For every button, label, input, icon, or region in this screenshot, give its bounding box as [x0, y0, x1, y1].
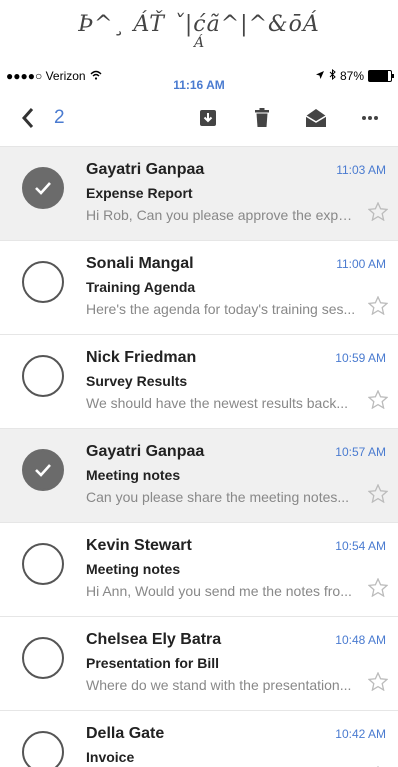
chevron-left-icon: [21, 108, 34, 128]
email-snippet: Can you please share the meeting notes..…: [86, 489, 350, 505]
email-time: 11:03 AM: [336, 163, 386, 177]
email-snippet: We should have the newest results back..…: [86, 395, 348, 411]
email-time: 10:54 AM: [335, 539, 386, 553]
carrier: ●●●●○ Verizon: [6, 69, 102, 83]
star-button[interactable]: [367, 295, 389, 320]
email-subject: Expense Report: [86, 185, 193, 201]
email-subject: Meeting notes: [86, 561, 181, 577]
email-row[interactable]: Nick Friedman Survey Results We should h…: [0, 335, 398, 429]
email-time: 10:57 AM: [335, 445, 386, 459]
caption-line-2: Á: [193, 34, 205, 51]
select-toggle[interactable]: [22, 167, 64, 209]
email-subject: Presentation for Bill: [86, 655, 220, 671]
email-subject: Survey Results: [86, 373, 188, 389]
star-button[interactable]: [367, 201, 389, 226]
location-arrow-icon: [315, 69, 325, 83]
email-snippet: Hi Ann, Would you send me the notes fro.…: [86, 583, 352, 599]
select-toggle[interactable]: [22, 543, 64, 585]
phone-screen: ●●●●○ Verizon 11:16 AM 87% 2 Gayatri Gan…: [0, 62, 398, 767]
bluetooth-icon: [329, 68, 336, 83]
email-time: 10:42 AM: [335, 727, 386, 741]
toolbar-actions: [190, 100, 388, 136]
battery-fill: [369, 71, 389, 81]
more-button[interactable]: [352, 100, 388, 136]
email-content: Gayatri Ganpaa Meeting notes Can you ple…: [86, 429, 398, 522]
select-toggle[interactable]: [22, 355, 64, 397]
archive-button[interactable]: [190, 100, 226, 136]
email-content: Sonali Mangal Training Agenda Here's the…: [86, 241, 398, 334]
email-subject: Training Agenda: [86, 279, 196, 295]
status-bar: ●●●●○ Verizon 11:16 AM 87%: [0, 62, 398, 92]
email-subject: Meeting notes: [86, 467, 181, 483]
email-row[interactable]: Gayatri Ganpaa Meeting notes Can you ple…: [0, 429, 398, 523]
email-time: 10:59 AM: [335, 351, 386, 365]
wifi-icon: [90, 69, 102, 83]
star-icon: [367, 483, 389, 504]
select-toggle[interactable]: [22, 449, 64, 491]
email-time: 10:48 AM: [335, 633, 386, 647]
more-icon: [362, 116, 378, 120]
email-time: 11:00 AM: [336, 257, 386, 271]
mark-read-icon: [305, 109, 327, 127]
delete-button[interactable]: [244, 100, 280, 136]
star-icon: [367, 295, 389, 316]
star-button[interactable]: [367, 671, 389, 696]
selection-toolbar: 2: [0, 90, 398, 147]
star-button[interactable]: [367, 483, 389, 508]
email-content: Nick Friedman Survey Results We should h…: [86, 335, 398, 428]
mark-read-button[interactable]: [298, 100, 334, 136]
email-list: Gayatri Ganpaa Expense Report Hi Rob, Ca…: [0, 147, 398, 767]
email-content: Gayatri Ganpaa Expense Report Hi Rob, Ca…: [86, 147, 398, 240]
email-row[interactable]: Kevin Stewart Meeting notes Hi Ann, Woul…: [0, 523, 398, 617]
battery-percent: 87%: [339, 69, 364, 83]
star-icon: [367, 389, 389, 410]
selected-count: 2: [54, 107, 65, 128]
caption-line-1: Þ^¸ ÁŤ ˇ|ćã^|^&ōÁ: [78, 11, 320, 37]
status-right: 87%: [315, 68, 394, 83]
email-content: Chelsea Ely Batra Presentation for Bill …: [86, 617, 398, 710]
email-snippet: Where do we stand with the presentation.…: [86, 677, 352, 693]
email-row[interactable]: Chelsea Ely Batra Presentation for Bill …: [0, 617, 398, 711]
archive-icon: [200, 110, 216, 126]
battery-icon: [368, 70, 394, 82]
star-button[interactable]: [367, 389, 389, 414]
select-toggle[interactable]: [22, 731, 64, 767]
email-subject: Invoice: [86, 749, 135, 765]
star-button[interactable]: [367, 577, 389, 602]
star-icon: [367, 671, 389, 692]
checkmark-icon: [35, 182, 51, 195]
carrier-label: ●●●●○ Verizon: [6, 69, 86, 83]
back-button[interactable]: [10, 100, 46, 136]
email-content: Kevin Stewart Meeting notes Hi Ann, Woul…: [86, 523, 398, 616]
email-snippet: Here's the agenda for today's training s…: [86, 301, 356, 317]
garbled-caption: Þ^¸ ÁŤ ˇ|ćã^|^&ōÁ Á: [0, 0, 398, 62]
checkmark-icon: [35, 464, 51, 477]
email-snippet: Hi Rob, Can you please approve the expe.…: [86, 207, 356, 223]
star-icon: [367, 201, 389, 222]
trash-icon: [255, 108, 269, 127]
email-row[interactable]: Sonali Mangal Training Agenda Here's the…: [0, 241, 398, 335]
select-toggle[interactable]: [22, 261, 64, 303]
email-row[interactable]: Della Gate Invoice Do you have the invoi…: [0, 711, 398, 767]
star-icon: [367, 577, 389, 598]
email-row[interactable]: Gayatri Ganpaa Expense Report Hi Rob, Ca…: [0, 147, 398, 241]
select-toggle[interactable]: [22, 637, 64, 679]
